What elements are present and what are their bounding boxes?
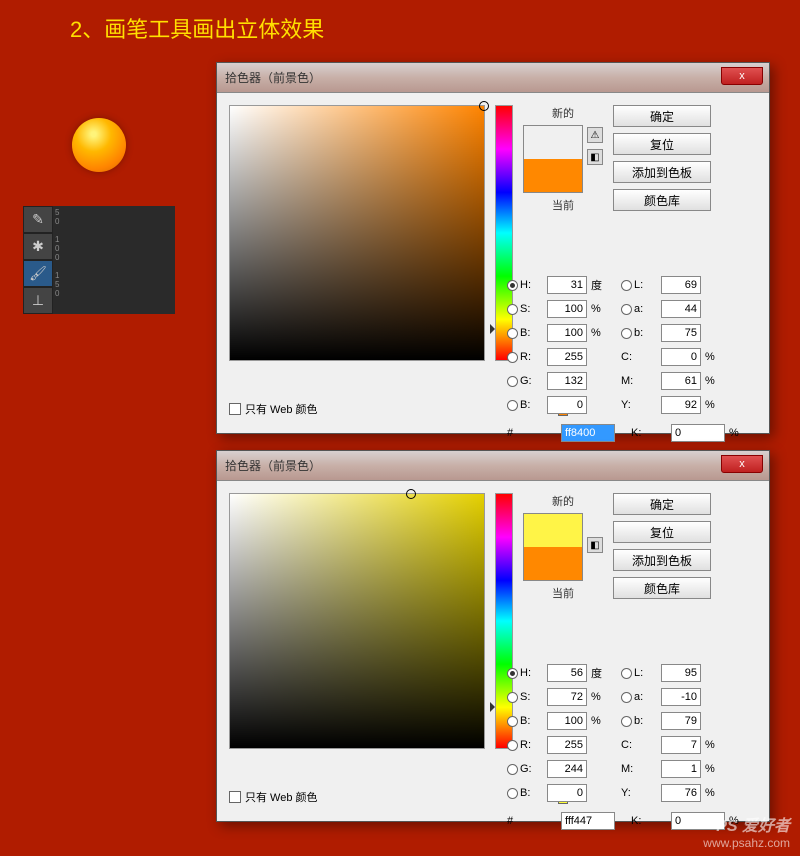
bch-input[interactable] <box>547 396 587 414</box>
y-input[interactable] <box>661 784 701 802</box>
web-only-row: 只有 Web 颜色 <box>229 789 318 805</box>
ruler: 50100150 <box>53 206 175 314</box>
h-radio[interactable] <box>507 668 518 679</box>
add-swatch-button[interactable]: 添加到色板 <box>613 549 711 571</box>
lab-b-input[interactable] <box>661 324 701 342</box>
hex-input[interactable] <box>561 812 615 830</box>
ok-button[interactable]: 确定 <box>613 105 711 127</box>
web-only-checkbox[interactable] <box>229 791 241 803</box>
h-input[interactable] <box>547 664 587 682</box>
color-swatches[interactable] <box>523 125 583 193</box>
h-radio[interactable] <box>507 280 518 291</box>
hex-input[interactable] <box>561 424 615 442</box>
cube-icon[interactable]: ◧ <box>587 537 603 553</box>
dialog-title: 拾色器（前景色） <box>225 457 321 474</box>
tool-panel: ✎ ✱ 🖌 ⊥ 50100150 <box>23 206 175 314</box>
color-marker <box>479 101 489 111</box>
new-label: 新的 <box>552 493 574 509</box>
g-radio[interactable] <box>507 376 518 387</box>
new-label: 新的 <box>552 105 574 121</box>
web-only-label: 只有 Web 颜色 <box>245 401 318 417</box>
s-radio[interactable] <box>507 692 518 703</box>
value-fields: H: 度 L: S: % a: B: % b: R: C: % G: M: % <box>507 273 743 445</box>
bch-input[interactable] <box>547 784 587 802</box>
web-only-label: 只有 Web 颜色 <box>245 789 318 805</box>
add-swatch-button[interactable]: 添加到色板 <box>613 161 711 183</box>
color-field[interactable] <box>229 493 485 749</box>
y-input[interactable] <box>661 396 701 414</box>
ok-button[interactable]: 确定 <box>613 493 711 515</box>
r-radio[interactable] <box>507 352 518 363</box>
r-input[interactable] <box>547 348 587 366</box>
color-library-button[interactable]: 颜色库 <box>613 189 711 211</box>
tool-wand-icon[interactable]: ✎ <box>23 206 53 233</box>
m-input[interactable] <box>661 760 701 778</box>
a-input[interactable] <box>661 300 701 318</box>
g-radio[interactable] <box>507 764 518 775</box>
tool-stamp-icon[interactable]: ⊥ <box>23 287 53 314</box>
color-field[interactable] <box>229 105 485 361</box>
bch-radio[interactable] <box>507 400 518 411</box>
g-input[interactable] <box>547 760 587 778</box>
b-radio[interactable] <box>507 328 518 339</box>
h-input[interactable] <box>547 276 587 294</box>
a-radio[interactable] <box>621 692 632 703</box>
b-input[interactable] <box>547 712 587 730</box>
color-swatches[interactable] <box>523 513 583 581</box>
close-button[interactable]: x <box>721 455 763 473</box>
value-fields: H: 度 L: S: % a: B: % b: R: C: % G: M: % <box>507 661 743 833</box>
tool-brush-icon[interactable]: 🖌 <box>23 260 53 287</box>
reset-button[interactable]: 复位 <box>613 521 711 543</box>
reset-button[interactable]: 复位 <box>613 133 711 155</box>
color-picker-dialog-2: 拾色器（前景色） x 新的 ◧ 当前 <box>216 450 770 822</box>
swatch-new <box>524 126 582 159</box>
lab-b-radio[interactable] <box>621 716 632 727</box>
titlebar[interactable]: 拾色器（前景色） x <box>217 63 769 93</box>
titlebar[interactable]: 拾色器（前景色） x <box>217 451 769 481</box>
tool-patch-icon[interactable]: ✱ <box>23 233 53 260</box>
step-heading: 2、画笔工具画出立体效果 <box>70 12 324 44</box>
hue-arrow-icon <box>490 324 495 334</box>
swatch-current <box>524 159 582 192</box>
s-input[interactable] <box>547 688 587 706</box>
s-input[interactable] <box>547 300 587 318</box>
lab-b-radio[interactable] <box>621 328 632 339</box>
warning-icon[interactable]: ⚠ <box>587 127 603 143</box>
current-label: 当前 <box>552 197 574 213</box>
swatch-new <box>524 514 582 547</box>
r-input[interactable] <box>547 736 587 754</box>
a-radio[interactable] <box>621 304 632 315</box>
l-radio[interactable] <box>621 668 632 679</box>
dialog-title: 拾色器（前景色） <box>225 69 321 86</box>
close-button[interactable]: x <box>721 67 763 85</box>
current-label: 当前 <box>552 585 574 601</box>
color-picker-dialog-1: 拾色器（前景色） x 新的 ⚠ ◧ 当前 <box>216 62 770 434</box>
web-only-checkbox[interactable] <box>229 403 241 415</box>
l-radio[interactable] <box>621 280 632 291</box>
hue-arrow-icon <box>490 702 495 712</box>
m-input[interactable] <box>661 372 701 390</box>
s-radio[interactable] <box>507 304 518 315</box>
c-input[interactable] <box>661 736 701 754</box>
c-input[interactable] <box>661 348 701 366</box>
color-library-button[interactable]: 颜色库 <box>613 577 711 599</box>
l-input[interactable] <box>661 276 701 294</box>
a-input[interactable] <box>661 688 701 706</box>
r-radio[interactable] <box>507 740 518 751</box>
swatch-current <box>524 547 582 580</box>
l-input[interactable] <box>661 664 701 682</box>
web-only-row: 只有 Web 颜色 <box>229 401 318 417</box>
b-input[interactable] <box>547 324 587 342</box>
g-input[interactable] <box>547 372 587 390</box>
cube-icon[interactable]: ◧ <box>587 149 603 165</box>
color-marker <box>406 489 416 499</box>
watermark: PS 爱好者 www.psahz.com <box>703 812 790 850</box>
b-radio[interactable] <box>507 716 518 727</box>
lab-b-input[interactable] <box>661 712 701 730</box>
sample-sphere <box>72 118 126 172</box>
k-input[interactable] <box>671 424 725 442</box>
bch-radio[interactable] <box>507 788 518 799</box>
